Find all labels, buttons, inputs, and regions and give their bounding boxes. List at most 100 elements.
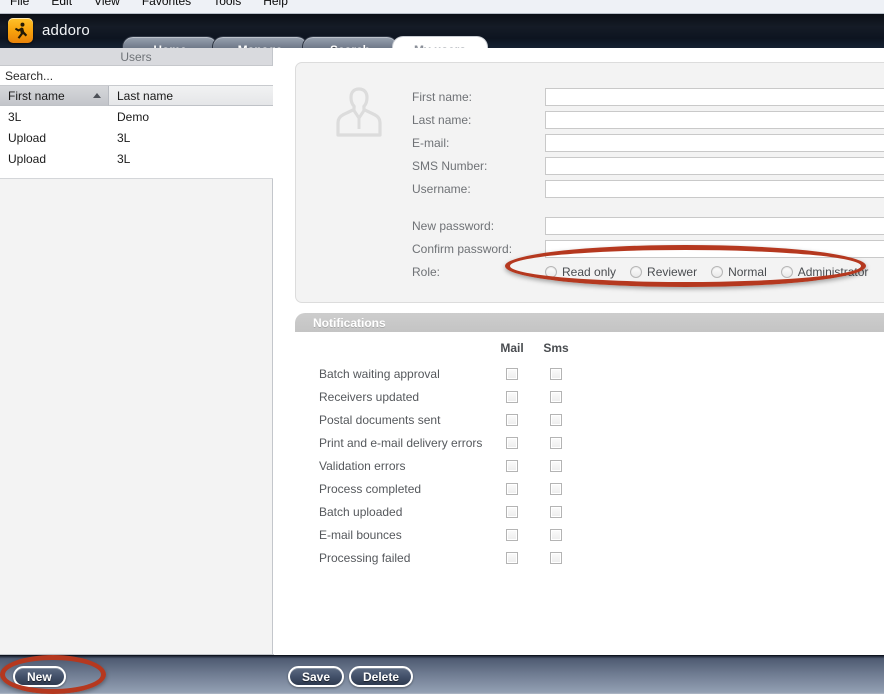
- cell-first-name: Upload: [8, 130, 47, 145]
- notification-label: Validation errors: [319, 458, 406, 473]
- username-input[interactable]: [545, 179, 884, 198]
- checkbox-mail-postal-documents-sent[interactable]: [506, 413, 518, 426]
- checkbox-sms-print-and-e-mail-delivery-errors[interactable]: [550, 436, 562, 449]
- notification-mail-cell: [490, 390, 534, 403]
- role-radio-label: Reviewer: [647, 265, 698, 279]
- notification-label: Processing failed: [319, 550, 411, 565]
- checkbox-sms-postal-documents-sent[interactable]: [550, 413, 562, 426]
- first-name-input[interactable]: [545, 87, 884, 106]
- checkbox-sms-processing-failed[interactable]: [550, 551, 562, 564]
- grid-column-label: First name: [8, 88, 65, 103]
- browser-menu-item-tools[interactable]: Tools: [213, 0, 241, 8]
- delete-button[interactable]: Delete: [349, 666, 414, 687]
- checkbox-mail-print-and-e-mail-delivery-errors[interactable]: [506, 436, 518, 449]
- tab-search[interactable]: Search: [302, 36, 398, 48]
- new-password-input[interactable]: [545, 216, 884, 235]
- notification-row-processing-failed: Processing failed: [319, 546, 578, 569]
- application-window: File Edit View Favorites Tools Help addoro Ho…: [0, 0, 884, 694]
- field-label-sms-number: SMS Number:: [412, 158, 488, 173]
- field-row-confirm-password: Confirm password:: [412, 237, 884, 260]
- brand-name: addoro: [42, 22, 90, 39]
- checkbox-sms-process-completed[interactable]: [550, 482, 562, 495]
- notification-row-process-completed: Process completed: [319, 477, 578, 500]
- field-row-e-mail: E-mail:: [412, 131, 884, 154]
- notification-label: Print and e-mail delivery errors: [319, 435, 483, 450]
- notification-sms-cell: [534, 367, 578, 380]
- addoro-runner-logo-icon: [8, 18, 33, 43]
- notifications-rows: Batch waiting approval Receivers updated P…: [319, 362, 578, 569]
- role-radio-administrator[interactable]: Administrator: [780, 265, 868, 279]
- e-mail-input[interactable]: [545, 133, 884, 152]
- grid-column-header-first-name[interactable]: First name: [0, 86, 109, 106]
- notification-mail-cell: [490, 528, 534, 541]
- save-button[interactable]: Save: [288, 666, 345, 687]
- notification-label: Postal documents sent: [319, 412, 441, 427]
- app-header: addoro HomeManageSearchMy users: [0, 14, 884, 48]
- field-label-first-name: First name:: [412, 89, 473, 104]
- radio-icon[interactable]: [711, 266, 724, 278]
- browser-menu-item-help[interactable]: Help: [263, 0, 288, 8]
- table-row[interactable]: 3L Demo: [0, 106, 273, 127]
- browser-menu-item-view[interactable]: View: [94, 0, 120, 8]
- notification-mail-cell: [490, 551, 534, 564]
- table-row[interactable]: Upload 3L: [0, 148, 273, 169]
- checkbox-mail-batch-waiting-approval[interactable]: [506, 367, 518, 380]
- notification-label: Process completed: [319, 481, 422, 496]
- notification-sms-cell: [534, 436, 578, 449]
- role-radio-normal[interactable]: Normal: [711, 265, 767, 279]
- sms-number-input[interactable]: [545, 156, 884, 175]
- browser-menu-item-file[interactable]: File: [10, 0, 29, 8]
- field-spacer: [412, 200, 884, 214]
- sidebar-search-wrap: [0, 66, 273, 86]
- radio-icon[interactable]: [545, 266, 557, 278]
- notification-mail-cell: [490, 436, 534, 449]
- browser-menu-item-favorites[interactable]: Favorites: [142, 0, 191, 8]
- notifications-title: Notifications: [313, 315, 386, 330]
- tab-home[interactable]: Home: [122, 36, 218, 48]
- sort-ascending-icon: [93, 93, 101, 98]
- checkbox-mail-process-completed[interactable]: [506, 482, 518, 495]
- checkbox-sms-validation-errors[interactable]: [550, 459, 562, 472]
- field-label-new-password: New password:: [412, 218, 495, 233]
- confirm-password-input[interactable]: [545, 239, 884, 258]
- checkbox-sms-batch-waiting-approval[interactable]: [550, 367, 562, 380]
- radio-icon[interactable]: [780, 266, 793, 278]
- checkbox-mail-batch-uploaded[interactable]: [506, 505, 518, 518]
- notification-sms-cell: [534, 551, 578, 564]
- checkbox-mail-e-mail-bounces[interactable]: [506, 528, 518, 541]
- main-tabs: HomeManageSearchMy users: [122, 36, 488, 48]
- notification-row-print-and-e-mail-delivery-errors: Print and e-mail delivery errors: [319, 431, 578, 454]
- last-name-input[interactable]: [545, 110, 884, 129]
- new-button[interactable]: New: [13, 666, 66, 687]
- users-grid-rows: 3L Demo Upload 3L Upload 3L: [0, 106, 273, 169]
- role-radio-group[interactable]: Read only Reviewer Normal Administrator: [545, 265, 868, 279]
- tab-my-users[interactable]: My users: [392, 36, 488, 48]
- field-row-sms-number: SMS Number:: [412, 154, 884, 177]
- table-row[interactable]: Upload 3L: [0, 127, 273, 148]
- radio-icon[interactable]: [630, 266, 643, 278]
- grid-column-header-last-name[interactable]: Last name: [109, 86, 273, 106]
- checkbox-sms-batch-uploaded[interactable]: [550, 505, 562, 518]
- checkbox-sms-e-mail-bounces[interactable]: [550, 528, 562, 541]
- role-radio-label: Normal: [728, 265, 767, 279]
- search-input[interactable]: [0, 66, 273, 86]
- user-form-fields: First name: Last name: E-mail: SMS Number: U…: [412, 85, 884, 284]
- role-radio-label: Read only: [562, 265, 617, 279]
- role-radio-reviewer[interactable]: Reviewer: [630, 265, 697, 279]
- checkbox-sms-receivers-updated[interactable]: [550, 390, 562, 403]
- role-radio-read-only[interactable]: Read only: [545, 265, 616, 279]
- checkbox-mail-processing-failed[interactable]: [506, 551, 518, 564]
- checkbox-mail-validation-errors[interactable]: [506, 459, 518, 472]
- tab-manage[interactable]: Manage: [212, 36, 308, 48]
- field-row-first-name: First name:: [412, 85, 884, 108]
- field-row-last-name: Last name:: [412, 108, 884, 131]
- cell-last-name: Demo: [117, 109, 150, 124]
- field-label-confirm-password: Confirm password:: [412, 241, 513, 256]
- brand: addoro: [8, 18, 90, 43]
- browser-menu-item-edit[interactable]: Edit: [51, 0, 72, 8]
- notification-mail-cell: [490, 367, 534, 380]
- notification-label: Batch waiting approval: [319, 366, 440, 381]
- checkbox-mail-receivers-updated[interactable]: [506, 390, 518, 403]
- sidebar-title: Users: [0, 48, 272, 66]
- users-sidebar: Users First nameLast name 3LDemoUpload3L…: [0, 48, 273, 655]
